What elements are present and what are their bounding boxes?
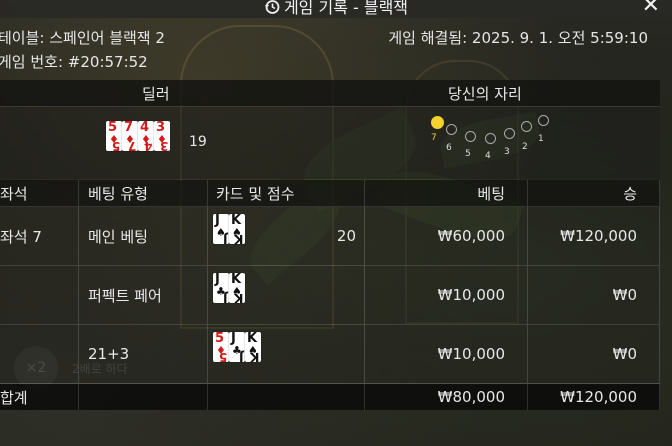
dealer-score: 19 — [189, 134, 207, 150]
window-title-wrap: 게임 기록 - 블랙잭 — [0, 0, 672, 19]
col-cards: 카드 및 점수 — [207, 180, 365, 207]
seat-indicator — [446, 124, 457, 135]
bet-type-cell: 메인 베팅 — [78, 206, 208, 266]
game-resolved-time: 게임 해결됨: 2025. 9. 1. 오전 5:59:10 — [388, 29, 648, 47]
col-win: 승 — [527, 180, 660, 207]
card-rank-inverted: J — [222, 291, 227, 303]
bet-cell: ₩10,000 — [364, 265, 528, 325]
table-name: 테이블: 스페인어 블랙잭 2 — [0, 29, 165, 47]
seat-indicator — [538, 115, 549, 126]
seat-number: 4 — [485, 151, 491, 161]
win-cell: ₩0 — [527, 265, 660, 325]
playing-card: 5 ♦ 5 — [213, 332, 229, 362]
card-rank-inverted: K — [249, 350, 259, 362]
playing-card: 3 ♦ 3 — [154, 121, 170, 151]
playing-card: K ♠ K — [229, 214, 245, 244]
card-rank-inverted: 4 — [143, 139, 152, 151]
col-bet: 베팅 — [364, 180, 528, 207]
cards-cell: 5 ♦ 5 J ♣ J K ♠ K — [207, 324, 365, 384]
seat-indicator — [431, 116, 444, 129]
bet-type-cell: 21+3 — [78, 324, 208, 384]
window-title: 게임 기록 - 블랙잭 — [283, 0, 409, 17]
dealer-row: 5 ♦ 5 7 ♦ 7 4 ♦ 4 3 ♦ 3 19 7654321 — [0, 107, 660, 179]
seat-indicator — [485, 133, 496, 144]
card-rank-inverted: K — [233, 232, 243, 244]
hand-score: 20 — [336, 227, 356, 245]
card-rank-inverted: 5 — [218, 350, 227, 362]
bet-cell: ₩60,000 — [364, 206, 528, 266]
seat-number: 2 — [522, 142, 528, 152]
playing-card: J ♠ J — [213, 214, 229, 244]
cards-cell: J ♣ J K ♠ K — [207, 265, 365, 325]
playing-card: J ♣ J — [213, 273, 229, 303]
total-bet: ₩80,000 — [364, 383, 528, 410]
game-number: 게임 번호: #20:57:52 — [0, 53, 148, 71]
card-rank-inverted: 3 — [159, 139, 168, 151]
bet-type-cell: 퍼펙트 페어 — [78, 265, 208, 325]
seat-number: 3 — [504, 147, 510, 157]
seat-number: 7 — [431, 133, 437, 143]
dealer-header: 딜러 — [142, 85, 170, 103]
card-rank-inverted: J — [238, 350, 243, 362]
seat-indicator — [465, 131, 476, 142]
seat-indicator — [521, 121, 532, 132]
seat-indicator — [504, 128, 515, 139]
bet-table: 좌석 베팅 유형 카드 및 점수 베팅 승 좌석 7 메인 베팅 J ♠ J K ♠ K … — [0, 180, 660, 410]
card-rank-inverted: J — [222, 232, 227, 244]
card-rank-inverted: 7 — [127, 139, 136, 151]
table-row: 좌석 7 메인 베팅 J ♠ J K ♠ K 20 ₩60,000 ₩120,000 — [0, 206, 660, 266]
playing-card: 4 ♦ 4 — [138, 121, 154, 151]
seat-cell: 좌석 7 — [0, 206, 79, 266]
bet-cell: ₩10,000 — [364, 324, 528, 384]
total-row: 합계 ₩80,000 ₩120,000 — [0, 383, 660, 410]
playing-card: K ♠ K — [245, 332, 261, 362]
table-row: 21+3 5 ♦ 5 J ♣ J K ♠ K ₩10,000 ₩0 — [0, 324, 660, 384]
seat-cell — [0, 324, 79, 384]
playing-card: K ♠ K — [229, 273, 245, 303]
table-header-row: 좌석 베팅 유형 카드 및 점수 베팅 승 — [0, 180, 660, 207]
table-row: 퍼펙트 페어 J ♣ J K ♠ K ₩10,000 ₩0 — [0, 265, 660, 325]
empty-cell — [78, 383, 208, 410]
cards-cell: J ♠ J K ♠ K 20 — [207, 206, 365, 266]
total-win: ₩120,000 — [527, 383, 660, 410]
col-seat: 좌석 — [0, 180, 79, 207]
seat-number: 6 — [446, 143, 452, 153]
empty-cell — [207, 383, 365, 410]
total-label: 합계 — [0, 383, 79, 410]
seat-number: 1 — [538, 134, 544, 144]
section-header: 딜러 당신의 자리 — [0, 80, 660, 107]
seat-number: 5 — [465, 149, 471, 159]
col-bet-type: 베팅 유형 — [78, 180, 208, 207]
playing-card: 7 ♦ 7 — [122, 121, 138, 151]
close-icon[interactable]: ✕ — [642, 0, 660, 18]
playing-card: 5 ♦ 5 — [106, 121, 122, 151]
card-rank-inverted: 5 — [111, 139, 120, 151]
playing-card: J ♣ J — [229, 332, 245, 362]
your-seat-header: 당신의 자리 — [448, 85, 522, 103]
title-bar: 게임 기록 - 블랙잭 ✕ — [0, 0, 672, 18]
seat-cell — [0, 265, 79, 325]
win-cell: ₩120,000 — [527, 206, 660, 266]
win-cell: ₩0 — [527, 324, 660, 384]
history-icon — [264, 0, 280, 19]
card-rank-inverted: K — [233, 291, 243, 303]
